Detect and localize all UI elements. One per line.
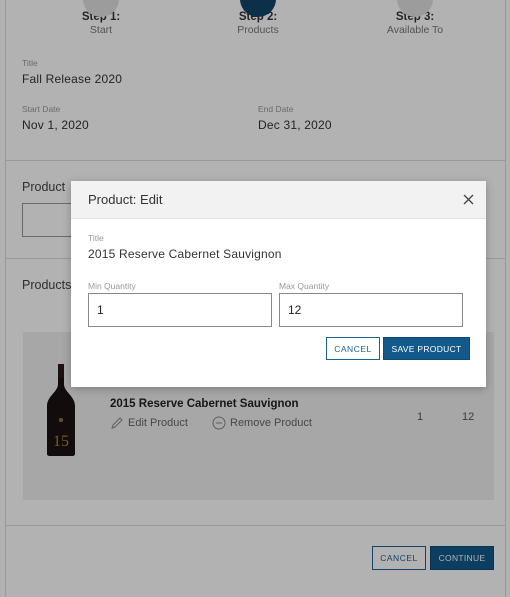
close-icon[interactable] <box>463 194 474 205</box>
modal-title: Product: Edit <box>88 192 163 207</box>
modal-title-value: 2015 Reserve Cabernet Sauvignon <box>88 247 282 261</box>
modal-header: Product: Edit <box>71 181 486 219</box>
save-product-button[interactable]: SAVE PRODUCT <box>383 337 470 360</box>
min-quantity-label: Min Quantity <box>88 281 136 291</box>
modal-cancel-button[interactable]: CANCEL <box>326 337 380 360</box>
product-edit-modal: Product: Edit Title 2015 Reserve Caberne… <box>71 181 486 387</box>
min-quantity-input[interactable]: 1 <box>88 293 272 327</box>
max-quantity-label: Max Quantity <box>279 281 330 291</box>
modal-title-label: Title <box>88 233 104 243</box>
max-quantity-input[interactable]: 12 <box>279 293 463 327</box>
